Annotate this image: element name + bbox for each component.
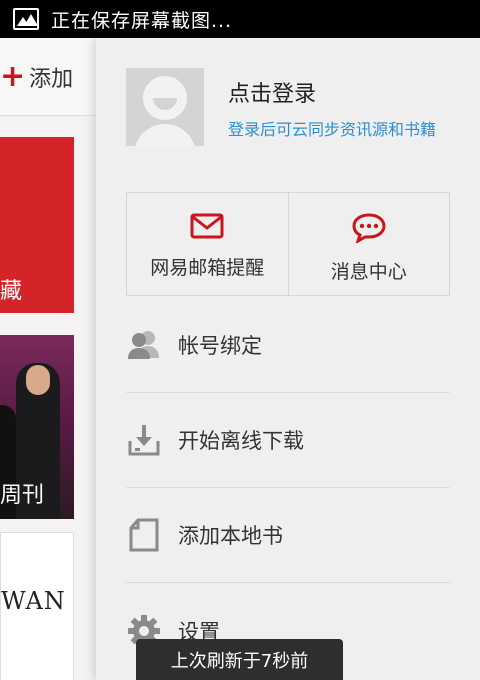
subscription-card-photo[interactable]: 周刊 bbox=[0, 335, 74, 519]
local-book-icon bbox=[126, 517, 162, 553]
plus-icon: + bbox=[0, 58, 26, 94]
avatar-body bbox=[134, 124, 196, 146]
menu-account-binding[interactable]: 帐号绑定 bbox=[126, 298, 450, 393]
subscription-card-red[interactable]: 藏 bbox=[0, 137, 74, 313]
add-button[interactable]: + 添加 bbox=[0, 38, 96, 116]
menu-label: 添加本地书 bbox=[178, 524, 283, 548]
subscription-card-white[interactable]: WAN bbox=[0, 532, 74, 680]
status-bar: 正在保存屏幕截图... bbox=[0, 0, 480, 38]
menu-label: 帐号绑定 bbox=[178, 334, 262, 358]
menu-label: 开始离线下载 bbox=[178, 429, 304, 453]
menu-offline-download[interactable]: 开始离线下载 bbox=[126, 393, 450, 488]
chat-bubble-icon bbox=[352, 213, 386, 247]
card-label: WAN bbox=[1, 587, 66, 615]
download-icon bbox=[126, 422, 162, 458]
photo-face bbox=[26, 365, 50, 395]
side-drawer: 点击登录 登录后可云同步资讯源和书籍 网易邮箱提醒 消息中心 帐号绑定 开始离线… bbox=[96, 38, 480, 680]
tile-label: 消息中心 bbox=[330, 261, 407, 283]
login-title[interactable]: 点击登录 bbox=[228, 76, 316, 108]
mail-icon bbox=[190, 213, 224, 243]
avatar-head bbox=[143, 76, 187, 120]
avatar[interactable] bbox=[126, 68, 204, 146]
card-label: 周刊 bbox=[0, 483, 45, 508]
left-content-panel: + 添加 藏 周刊 WAN bbox=[0, 38, 96, 680]
login-subtitle[interactable]: 登录后可云同步资讯源和书籍 bbox=[228, 120, 454, 140]
card-label: 藏 bbox=[0, 279, 23, 304]
menu-add-local-book[interactable]: 添加本地书 bbox=[126, 488, 450, 583]
account-bind-icon bbox=[126, 327, 162, 363]
quick-tiles: 网易邮箱提醒 消息中心 bbox=[126, 192, 450, 296]
add-label: 添加 bbox=[29, 66, 74, 92]
mail-reminder-tile[interactable]: 网易邮箱提醒 bbox=[127, 193, 288, 295]
refresh-toast: 上次刷新于7秒前 bbox=[136, 639, 343, 680]
image-icon bbox=[13, 8, 39, 30]
tile-label: 网易邮箱提醒 bbox=[150, 257, 265, 279]
status-notification-text: 正在保存屏幕截图... bbox=[51, 9, 233, 32]
message-center-tile[interactable]: 消息中心 bbox=[287, 193, 450, 295]
